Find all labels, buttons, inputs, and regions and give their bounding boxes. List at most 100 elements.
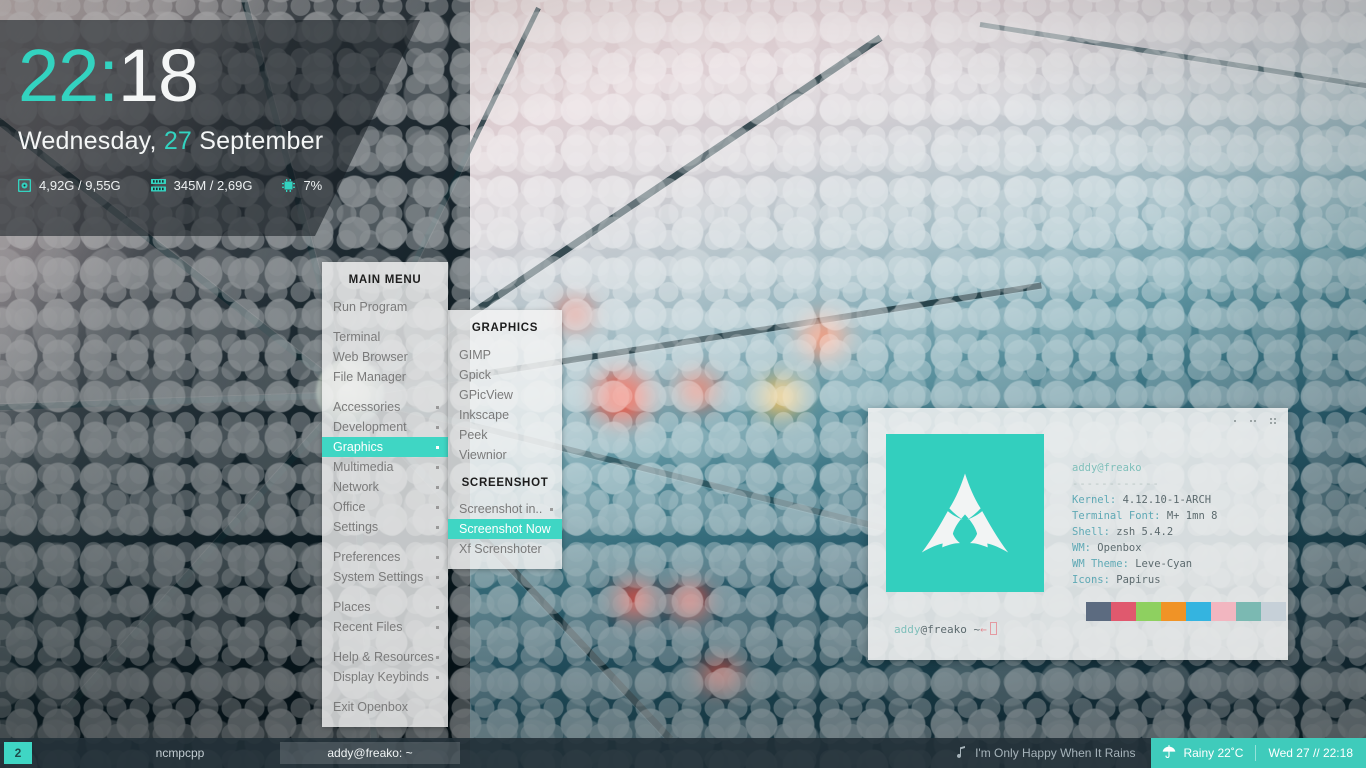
neofetch-row: Terminal Font: M+ 1mn 8 bbox=[1072, 508, 1217, 524]
main-menu-title: MAIN MENU bbox=[348, 274, 422, 286]
menu-item-label: Recent Files bbox=[333, 620, 403, 634]
terminal-content: addy@freako ------------ Kernel: 4.12.10… bbox=[886, 434, 1286, 652]
menu-separator bbox=[322, 317, 448, 327]
menu-item-development[interactable]: Development bbox=[322, 417, 448, 437]
menu-item-display-keybinds[interactable]: Display Keybinds bbox=[322, 667, 448, 687]
clock-separator: : bbox=[98, 34, 119, 117]
submenu-arrow-icon bbox=[436, 555, 439, 559]
menu-item-help-resources[interactable]: Help & Resources bbox=[322, 647, 448, 667]
music-note-icon bbox=[957, 745, 966, 761]
taskbar-clock[interactable]: Wed 27 // 22:18 bbox=[1256, 746, 1366, 760]
menu-item-peek[interactable]: Peek bbox=[448, 425, 562, 445]
menu-item-office[interactable]: Office bbox=[322, 497, 448, 517]
weather-clock-panel: Rainy 22˚C Wed 27 // 22:18 bbox=[1151, 738, 1366, 768]
menu-item-viewnior[interactable]: Viewnior bbox=[448, 445, 562, 465]
neofetch-value: 4.12.10-1-ARCH bbox=[1122, 494, 1212, 506]
close-button[interactable] bbox=[1270, 418, 1276, 424]
submenu-arrow-icon bbox=[436, 575, 439, 579]
menu-item-run-program[interactable]: Run Program bbox=[322, 297, 448, 317]
menu-item-label: Terminal bbox=[333, 330, 381, 344]
menu-item-label: Graphics bbox=[333, 440, 384, 454]
menu-item-settings[interactable]: Settings bbox=[322, 517, 448, 537]
menu-item-label: Help & Resources bbox=[333, 650, 434, 664]
main-menu[interactable]: MAIN MENU Run Program Terminal Web Brows… bbox=[322, 262, 448, 727]
menu-item-graphics[interactable]: Graphics bbox=[322, 437, 448, 457]
neofetch-key: Kernel: bbox=[1072, 494, 1117, 506]
menu-item-preferences[interactable]: Preferences bbox=[322, 547, 448, 567]
palette-swatch bbox=[1186, 602, 1211, 621]
menu-separator bbox=[322, 387, 448, 397]
prompt-host: @freako bbox=[920, 623, 967, 636]
palette-swatch bbox=[1086, 602, 1111, 621]
stat-disk-label: 4,92G / 9,55G bbox=[39, 178, 121, 194]
neofetch-key: Icons: bbox=[1072, 574, 1110, 586]
menu-item-web-browser[interactable]: Web Browser bbox=[322, 347, 448, 367]
neofetch-value: Papirus bbox=[1116, 574, 1161, 586]
graphics-submenu[interactable]: GRAPHICS GIMP Gpick GPicView Inkscape Pe… bbox=[448, 310, 562, 569]
menu-item-network[interactable]: Network bbox=[322, 477, 448, 497]
menu-group: Exit Openbox bbox=[322, 697, 448, 717]
menu-item-multimedia[interactable]: Multimedia bbox=[322, 457, 448, 477]
stat-memory-label: 345M / 2,69G bbox=[173, 178, 253, 194]
minimize-button[interactable] bbox=[1234, 420, 1236, 422]
taskbar[interactable]: 2 ncmpcpp addy@freako: ~ I'm Only Happy … bbox=[0, 738, 1366, 768]
menu-item-system-settings[interactable]: System Settings bbox=[322, 567, 448, 587]
stat-cpu: 7% bbox=[282, 178, 322, 193]
submenu-section-title: SCREENSHOT bbox=[461, 477, 549, 489]
task-ncmpcpp[interactable]: ncmpcpp bbox=[90, 742, 270, 764]
prompt-arrow-icon: ← bbox=[980, 623, 987, 636]
maximize-button[interactable] bbox=[1250, 420, 1256, 422]
menu-item-label: Accessories bbox=[333, 400, 401, 414]
menu-item-terminal[interactable]: Terminal bbox=[322, 327, 448, 347]
menu-item-label: Exit Openbox bbox=[333, 700, 409, 714]
menu-item-label: Office bbox=[333, 500, 366, 514]
palette-swatch bbox=[1236, 602, 1261, 621]
menu-separator bbox=[322, 537, 448, 547]
neofetch-row: WM: Openbox bbox=[1072, 540, 1217, 556]
menu-item-label: Xf Screnshoter bbox=[459, 542, 542, 556]
menu-item-file-manager[interactable]: File Manager bbox=[322, 367, 448, 387]
arch-linux-logo bbox=[886, 434, 1044, 592]
terminal-cursor bbox=[989, 622, 997, 635]
submenu-arrow-icon bbox=[436, 505, 439, 509]
window-controls[interactable] bbox=[1234, 418, 1276, 424]
menu-item-screenshot-now[interactable]: Screenshot Now bbox=[448, 519, 562, 539]
menu-item-label: Multimedia bbox=[333, 460, 394, 474]
menu-item-inkscape[interactable]: Inkscape bbox=[448, 405, 562, 425]
submenu-arrow-icon bbox=[436, 655, 439, 659]
menu-group: Preferences System Settings bbox=[322, 547, 448, 587]
menu-item-gimp[interactable]: GIMP bbox=[448, 345, 562, 365]
date-weekday: Wednesday, bbox=[18, 127, 157, 156]
submenu-title: GRAPHICS bbox=[471, 322, 539, 334]
neofetch-value: zsh 5.4.2 bbox=[1116, 526, 1174, 538]
menu-item-places[interactable]: Places bbox=[322, 597, 448, 617]
menu-item-label: Network bbox=[333, 480, 379, 494]
submenu-arrow-icon bbox=[436, 445, 439, 449]
neofetch-value: M+ 1mn 8 bbox=[1166, 510, 1218, 522]
menu-item-exit-openbox[interactable]: Exit Openbox bbox=[322, 697, 448, 717]
neofetch-key: WM: bbox=[1072, 542, 1091, 554]
menu-item-recent-files[interactable]: Recent Files bbox=[322, 617, 448, 637]
menu-group: Terminal Web Browser File Manager bbox=[322, 327, 448, 387]
menu-item-screenshot-in[interactable]: Screenshot in.. bbox=[448, 499, 562, 519]
weather-widget[interactable]: Rainy 22˚C bbox=[1151, 744, 1255, 762]
date-day: 27 bbox=[163, 127, 193, 156]
palette-swatch bbox=[1111, 602, 1136, 621]
weather-label: Rainy 22˚C bbox=[1183, 746, 1244, 760]
menu-item-accessories[interactable]: Accessories bbox=[322, 397, 448, 417]
date-month: September bbox=[199, 127, 324, 156]
stat-memory: 345M / 2,69G bbox=[150, 178, 253, 194]
menu-item-xf-screnshoter[interactable]: Xf Screnshoter bbox=[448, 539, 562, 559]
menu-item-gpicview[interactable]: GPicView bbox=[448, 385, 562, 405]
neofetch-row: WM Theme: Leve-Cyan bbox=[1072, 556, 1217, 572]
clock-hours: 22 bbox=[18, 34, 99, 117]
terminal-window[interactable]: addy@freako ------------ Kernel: 4.12.10… bbox=[868, 408, 1288, 660]
task-terminal[interactable]: addy@freako: ~ bbox=[280, 742, 460, 764]
shell-prompt[interactable]: addy@freako ~← bbox=[894, 622, 997, 638]
menu-item-label: Places bbox=[333, 600, 371, 614]
menu-item-gpick[interactable]: Gpick bbox=[448, 365, 562, 385]
clock-minutes: 18 bbox=[117, 34, 199, 117]
submenu-arrow-icon bbox=[436, 675, 439, 679]
workspace-pager[interactable]: 2 bbox=[4, 742, 32, 764]
music-status[interactable]: I'm Only Happy When It Rains bbox=[957, 745, 1151, 761]
